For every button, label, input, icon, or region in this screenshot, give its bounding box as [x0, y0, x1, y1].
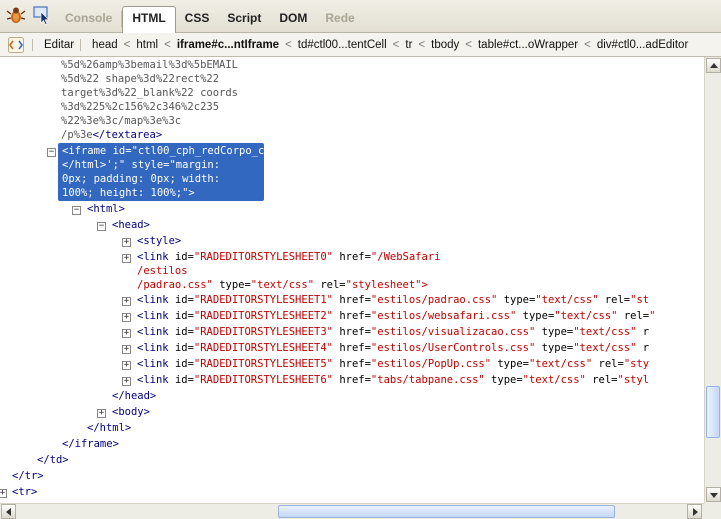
breadcrumb-item-div[interactable]: div#ctl0...adEditor — [591, 39, 694, 51]
head-close-node: </head> — [112, 390, 157, 402]
body-node[interactable]: <body> — [112, 405, 150, 419]
iframe-node-cont: 0px; padding: 0px; width: — [62, 173, 221, 185]
vertical-scrollbar[interactable] — [704, 57, 721, 503]
link-node[interactable]: <link id="RADEDITORSTYLESHEET5" href="es… — [137, 357, 649, 371]
expand-twisty-icon[interactable]: + — [122, 329, 131, 338]
expand-twisty-icon[interactable]: + — [97, 409, 106, 418]
horizontal-scrollbar[interactable] — [0, 503, 704, 519]
panel-tabs: Console HTML CSS Script DOM Rede — [56, 6, 364, 33]
tab-script[interactable]: Script — [218, 7, 270, 29]
arrow-down-icon — [710, 493, 718, 498]
expand-twisty-icon[interactable]: + — [122, 345, 131, 354]
expand-twisty-icon[interactable]: + — [122, 361, 131, 370]
head-node[interactable]: <head> — [112, 218, 150, 232]
scroll-left-button[interactable] — [1, 504, 16, 519]
td-close-node: </td> — [37, 454, 69, 466]
tab-css[interactable]: CSS — [176, 7, 219, 29]
text-node: %5d%22 shape%3d%22rect%22 — [61, 73, 220, 85]
vertical-scroll-thumb[interactable] — [706, 386, 720, 438]
inspect-pointer-icon[interactable] — [32, 5, 52, 25]
iframe-node-cont: </html>';" style="margin: — [62, 159, 221, 171]
collapse-twisty-icon[interactable]: − — [72, 206, 81, 215]
arrow-up-icon — [710, 63, 718, 68]
breadcrumb-separator: < — [164, 38, 171, 51]
arrow-left-icon — [6, 508, 11, 516]
breadcrumb-item-iframe[interactable]: iframe#c...ntIframe — [171, 39, 285, 51]
expand-twisty-icon[interactable]: + — [122, 313, 131, 322]
breadcrumb-separator: < — [465, 38, 472, 51]
scroll-up-button[interactable] — [706, 58, 721, 73]
edit-button[interactable]: Editar — [32, 38, 80, 51]
html-node[interactable]: <html> — [87, 202, 125, 216]
scroll-down-button[interactable] — [706, 487, 721, 502]
breadcrumb-item-html[interactable]: html — [130, 39, 164, 51]
expand-twisty-icon[interactable]: + — [0, 489, 7, 498]
scroll-right-button[interactable] — [687, 504, 702, 519]
collapse-twisty-icon[interactable]: − — [97, 222, 106, 231]
expand-twisty-icon[interactable]: + — [122, 254, 131, 263]
tab-rede[interactable]: Rede — [316, 7, 363, 29]
horizontal-scroll-thumb[interactable] — [278, 505, 615, 518]
text-node: %5d%26amp%3bemail%3d%5bEMAIL — [61, 59, 239, 71]
breadcrumb-separator: < — [123, 38, 131, 51]
link-node-cont: /padrao.css" type="text/css" rel="styles… — [137, 279, 428, 291]
link-node[interactable]: <link id="RADEDITORSTYLESHEET2" href="es… — [137, 309, 655, 323]
expand-twisty-icon[interactable]: + — [122, 377, 131, 386]
breadcrumb: Editar head < html < iframe#c...ntIframe… — [32, 33, 694, 56]
link-node[interactable]: <link id="RADEDITORSTYLESHEET4" href="es… — [137, 341, 649, 355]
arrow-right-icon — [693, 508, 698, 516]
text-node: /p%3e</textarea> — [61, 129, 163, 141]
breadcrumb-separator: < — [285, 38, 292, 51]
iframe-node-cont: 100%; height: 100%;"> — [62, 187, 195, 199]
link-node[interactable]: <link id="RADEDITORSTYLESHEET0" href="/W… — [137, 250, 440, 264]
text-node: target%3d%22_blank%22 coords — [61, 87, 239, 99]
breadcrumb-bar: Editar head < html < iframe#c...ntIframe… — [0, 33, 721, 57]
html-tree-pane: %5d%26amp%3bemail%3d%5bEMAIL %5d%22 shap… — [0, 57, 704, 503]
text-node: %3d%225%2c156%2c346%2c235 — [61, 101, 220, 113]
iframe-close-node: </iframe> — [62, 438, 119, 450]
text-node: %22%3e%3c/map%3e%3c — [61, 115, 182, 127]
html-close-node: </html> — [87, 422, 132, 434]
tab-dom[interactable]: DOM — [270, 7, 316, 29]
breadcrumb-separator: < — [392, 38, 400, 51]
iframe-node[interactable]: <iframe id="ctl00_cph_redCorpo_contentIf… — [62, 144, 599, 158]
breadcrumb-separator: < — [418, 38, 426, 51]
scrollbar-corner — [704, 503, 721, 519]
tab-html[interactable]: HTML — [122, 6, 176, 33]
firebug-toolbar: Console HTML CSS Script DOM Rede — [0, 0, 721, 33]
link-node[interactable]: <link id="RADEDITORSTYLESHEET3" href="es… — [137, 325, 649, 339]
breadcrumb-item-tr[interactable]: tr — [399, 39, 418, 51]
tr-node[interactable]: <tr> — [12, 485, 37, 499]
style-node[interactable]: <style> — [137, 234, 181, 248]
link-node-cont: /estilos — [137, 265, 188, 277]
breadcrumb-item-td[interactable]: td#ctl00...tentCell — [292, 39, 393, 51]
breadcrumb-item-head[interactable]: head — [80, 38, 124, 51]
link-node[interactable]: <link id="RADEDITORSTYLESHEET6" href="ta… — [137, 373, 649, 387]
expand-twisty-icon[interactable]: + — [122, 297, 131, 306]
tab-console[interactable]: Console — [56, 7, 121, 29]
breadcrumb-item-table[interactable]: table#ct...oWrapper — [472, 39, 584, 51]
edit-toggle-icon[interactable] — [8, 37, 24, 53]
breadcrumb-item-tbody[interactable]: tbody — [425, 39, 465, 51]
firebug-bug-icon[interactable] — [6, 5, 26, 25]
collapse-twisty-icon[interactable]: − — [47, 148, 56, 157]
expand-twisty-icon[interactable]: + — [122, 238, 131, 247]
breadcrumb-separator: < — [584, 38, 591, 51]
tr-close-node: </tr> — [12, 470, 44, 482]
link-node[interactable]: <link id="RADEDITORSTYLESHEET1" href="es… — [137, 293, 649, 307]
